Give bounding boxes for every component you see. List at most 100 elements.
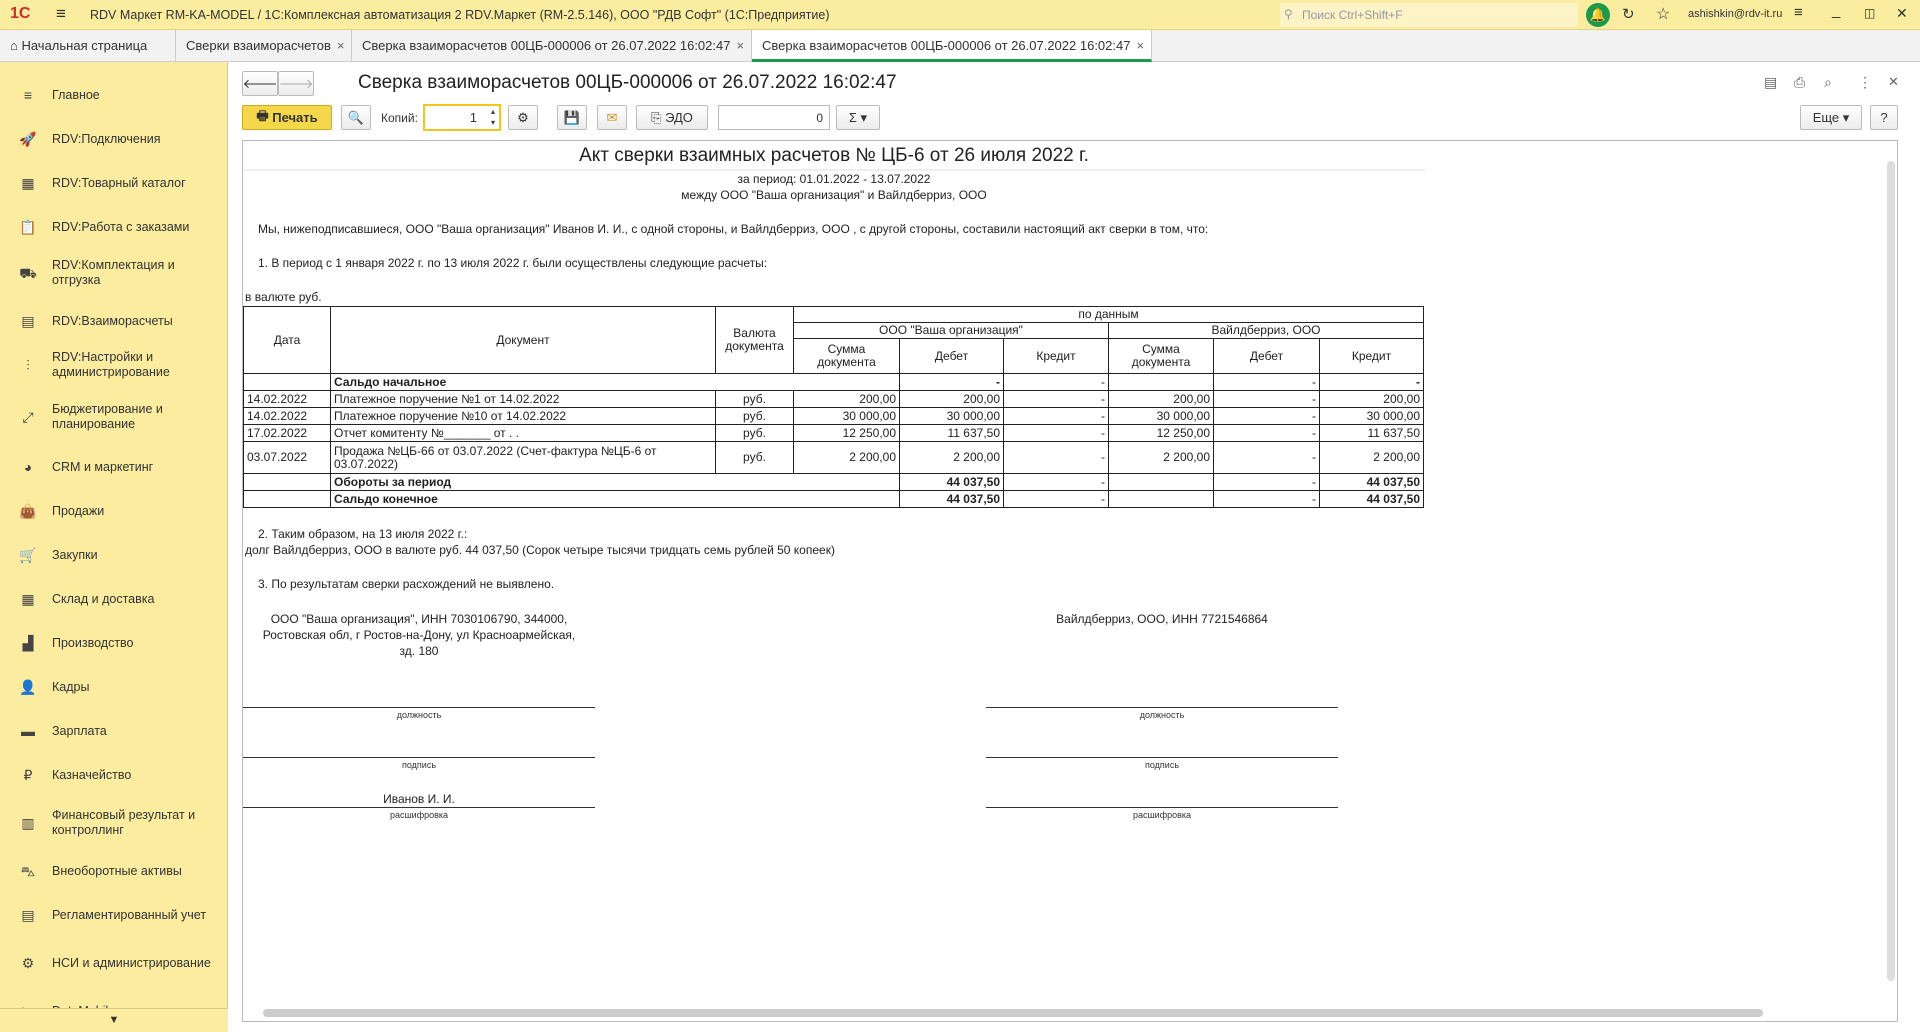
sidebar-item[interactable]: 🛒 Закупки [0, 540, 228, 570]
sidebar-item[interactable]: ⚙ НСИ и администрирование [0, 948, 228, 978]
history-icon[interactable]: ↻ [1622, 5, 1635, 23]
preview-icon[interactable]: ⌕ [1824, 74, 1832, 91]
preview-button[interactable]: 🔍 [341, 105, 371, 130]
minimize-icon[interactable]: _ [1832, 2, 1840, 19]
table-cell: 2 200,00 [899, 441, 1004, 474]
more-button[interactable]: Еще ▾ [1800, 105, 1862, 130]
act-title: Акт сверки взаимных расчетов № ЦБ-6 от 2… [243, 141, 1425, 171]
signature-label: подпись [401, 760, 437, 770]
sidebar-item[interactable]: ▬ Зарплата [0, 716, 228, 746]
sidebar-item[interactable]: ▤ RDV:Взаиморасчеты [0, 306, 228, 336]
vertical-scrollbar[interactable] [1887, 161, 1895, 981]
table-cell: 11 637,50 [1319, 424, 1424, 442]
sidebar-item-label: Кадры [52, 679, 90, 694]
horizontal-scrollbar[interactable] [263, 1009, 1763, 1017]
sidebar-item-label: RDV:Взаиморасчеты [52, 313, 173, 328]
table-cell: 2 200,00 [1319, 441, 1424, 474]
paragraph-2: 2. Таким образом, на 13 июля 2022 г.: [258, 527, 468, 541]
more-vert-icon[interactable]: ⋮ [1858, 74, 1872, 91]
sidebar-item[interactable]: 📋 RDV:Работа с заказами [0, 212, 228, 242]
close-tab-icon[interactable]: × [337, 38, 345, 53]
notifications-bell-icon[interactable]: 🔔 [1586, 3, 1610, 27]
period: за период: 01.01.2022 - 13.07.2022 [737, 172, 931, 186]
section-icon: ₽ [23, 766, 33, 783]
table-cell: 200,00 [899, 390, 1004, 408]
user-name[interactable]: ashishkin@rdv-it.ru [1688, 8, 1782, 20]
edo-button[interactable]: ⎘ ЭДО [636, 105, 708, 130]
tab-reconciliations[interactable]: Сверки взаиморасчетов × [176, 30, 352, 62]
header-date: Дата [243, 306, 331, 374]
currency-note: в валюте руб. [245, 290, 322, 304]
table-cell: - [1213, 407, 1320, 425]
sidebar-item[interactable]: 👤 Кадры [0, 672, 228, 702]
close-tab-icon[interactable]: × [736, 38, 744, 53]
table-cell: - [1003, 390, 1109, 408]
org1-line1: ООО "Ваша организация", ИНН 7030106790, … [270, 612, 568, 626]
tab-reconciliation-print[interactable]: Сверка взаиморасчетов 00ЦБ-000006 от 26.… [752, 30, 1152, 62]
section-icon: ≡ [23, 86, 33, 103]
settings-button[interactable]: ⚙ [508, 105, 538, 130]
table-cell: - [1003, 441, 1109, 474]
sidebar-item[interactable]: ▥ Финансовый результат и контроллинг [0, 808, 228, 838]
sidebar-item[interactable]: ▟ Производство [0, 628, 228, 658]
sidebar-item[interactable]: ⛍ Внеоборотные активы [0, 856, 228, 886]
table-cell: - [1003, 490, 1109, 508]
favorites-star-icon[interactable]: ☆ [1656, 4, 1670, 24]
help-button[interactable]: ? [1870, 105, 1898, 130]
sidebar-item[interactable]: ◕ CRM и маркетинг [0, 452, 228, 482]
row-date: 17.02.2022 [243, 424, 331, 442]
table-cell [243, 473, 331, 491]
section-icon: ▤ [21, 312, 35, 329]
sidebar-item[interactable]: ⤢ Бюджетирование и планирование [0, 402, 228, 432]
table-cell: 12 250,00 [1108, 424, 1214, 442]
sidebar-item[interactable]: ▦ Склад и доставка [0, 584, 228, 614]
spreadsheet-document[interactable]: Акт сверки взаимных расчетов № ЦБ-6 от 2… [242, 140, 1898, 1022]
sidebar-scroll-down-icon[interactable]: ▼ [0, 1008, 228, 1032]
section-icon: 👜 [19, 502, 37, 519]
sidebar-item[interactable]: ₽ Казначейство [0, 760, 228, 790]
table-cell [243, 373, 331, 391]
sidebar-item[interactable]: ▦ RDV:Товарный каталог [0, 168, 228, 198]
org1-line3: зд. 180 [399, 644, 439, 658]
sidebar-item[interactable]: ⫶ RDV:Настройки и администрирование [0, 350, 228, 380]
close-window-icon[interactable]: ✕ [1896, 5, 1908, 22]
sidebar-item-label: RDV:Подключения [52, 131, 161, 146]
sidebar-item-label: RDV:Настройки и администрирование [52, 350, 170, 379]
table-cell: - [1213, 473, 1320, 491]
sum-mode-button[interactable]: Σ ▾ [836, 105, 880, 130]
print-icon[interactable]: ⎙ [1794, 74, 1805, 91]
sidebar-item[interactable]: ⛟ RDV:Комплектация и отгрузка [0, 258, 228, 288]
save-icon[interactable]: ▤ [1764, 74, 1777, 91]
copies-stepper[interactable]: ▴ ▾ [491, 106, 495, 128]
printer-icon: 🖶 [256, 107, 273, 123]
section-icon: ▦ [21, 174, 35, 191]
tab-home[interactable]: ⌂ Начальная страница [0, 30, 176, 62]
sidebar-item[interactable]: ▤ Регламентированный учет [0, 900, 228, 930]
copies-input[interactable]: 1 ▴ ▾ [423, 104, 501, 131]
save-file-button[interactable]: 💾 [557, 105, 587, 130]
print-button[interactable]: 🖶 Печать [242, 105, 332, 130]
table-cell: 44 037,50 [899, 490, 1004, 508]
email-button[interactable]: ✉ [597, 105, 627, 130]
table-cell: - [1003, 373, 1109, 391]
forward-button[interactable]: 🡒 [278, 71, 314, 96]
position-label: должность [396, 710, 442, 720]
sum-field[interactable]: 0 [718, 105, 830, 130]
section-icon: ⚙ [21, 954, 35, 971]
back-button[interactable]: 🡐 [242, 71, 278, 96]
tab-reconciliation-doc[interactable]: Сверка взаиморасчетов 00ЦБ-000006 от 26.… [352, 30, 752, 62]
table-cell: 30 000,00 [1108, 407, 1214, 425]
sidebar-item[interactable]: 🚀 RDV:Подключения [0, 124, 228, 154]
decoding-label: расшифровка [389, 810, 449, 820]
close-form-icon[interactable]: ✕ [1888, 74, 1899, 90]
close-tab-icon[interactable]: × [1136, 38, 1144, 53]
table-cell: 44 037,50 [1319, 490, 1424, 508]
menu-icon[interactable]: ≡ [56, 4, 66, 24]
sidebar-item[interactable]: 👜 Продажи [0, 496, 228, 526]
restore-icon[interactable]: ◫ [1864, 6, 1875, 20]
search-input[interactable]: ⚲ Поиск Ctrl+Shift+F [1280, 3, 1578, 27]
sidebar-item-label: НСИ и администрирование [52, 955, 211, 970]
sidebar-item[interactable]: ≡ Главное [0, 80, 228, 110]
copies-label: Копий: [381, 111, 418, 125]
settings-menu-icon[interactable]: ≡ [1794, 4, 1803, 21]
